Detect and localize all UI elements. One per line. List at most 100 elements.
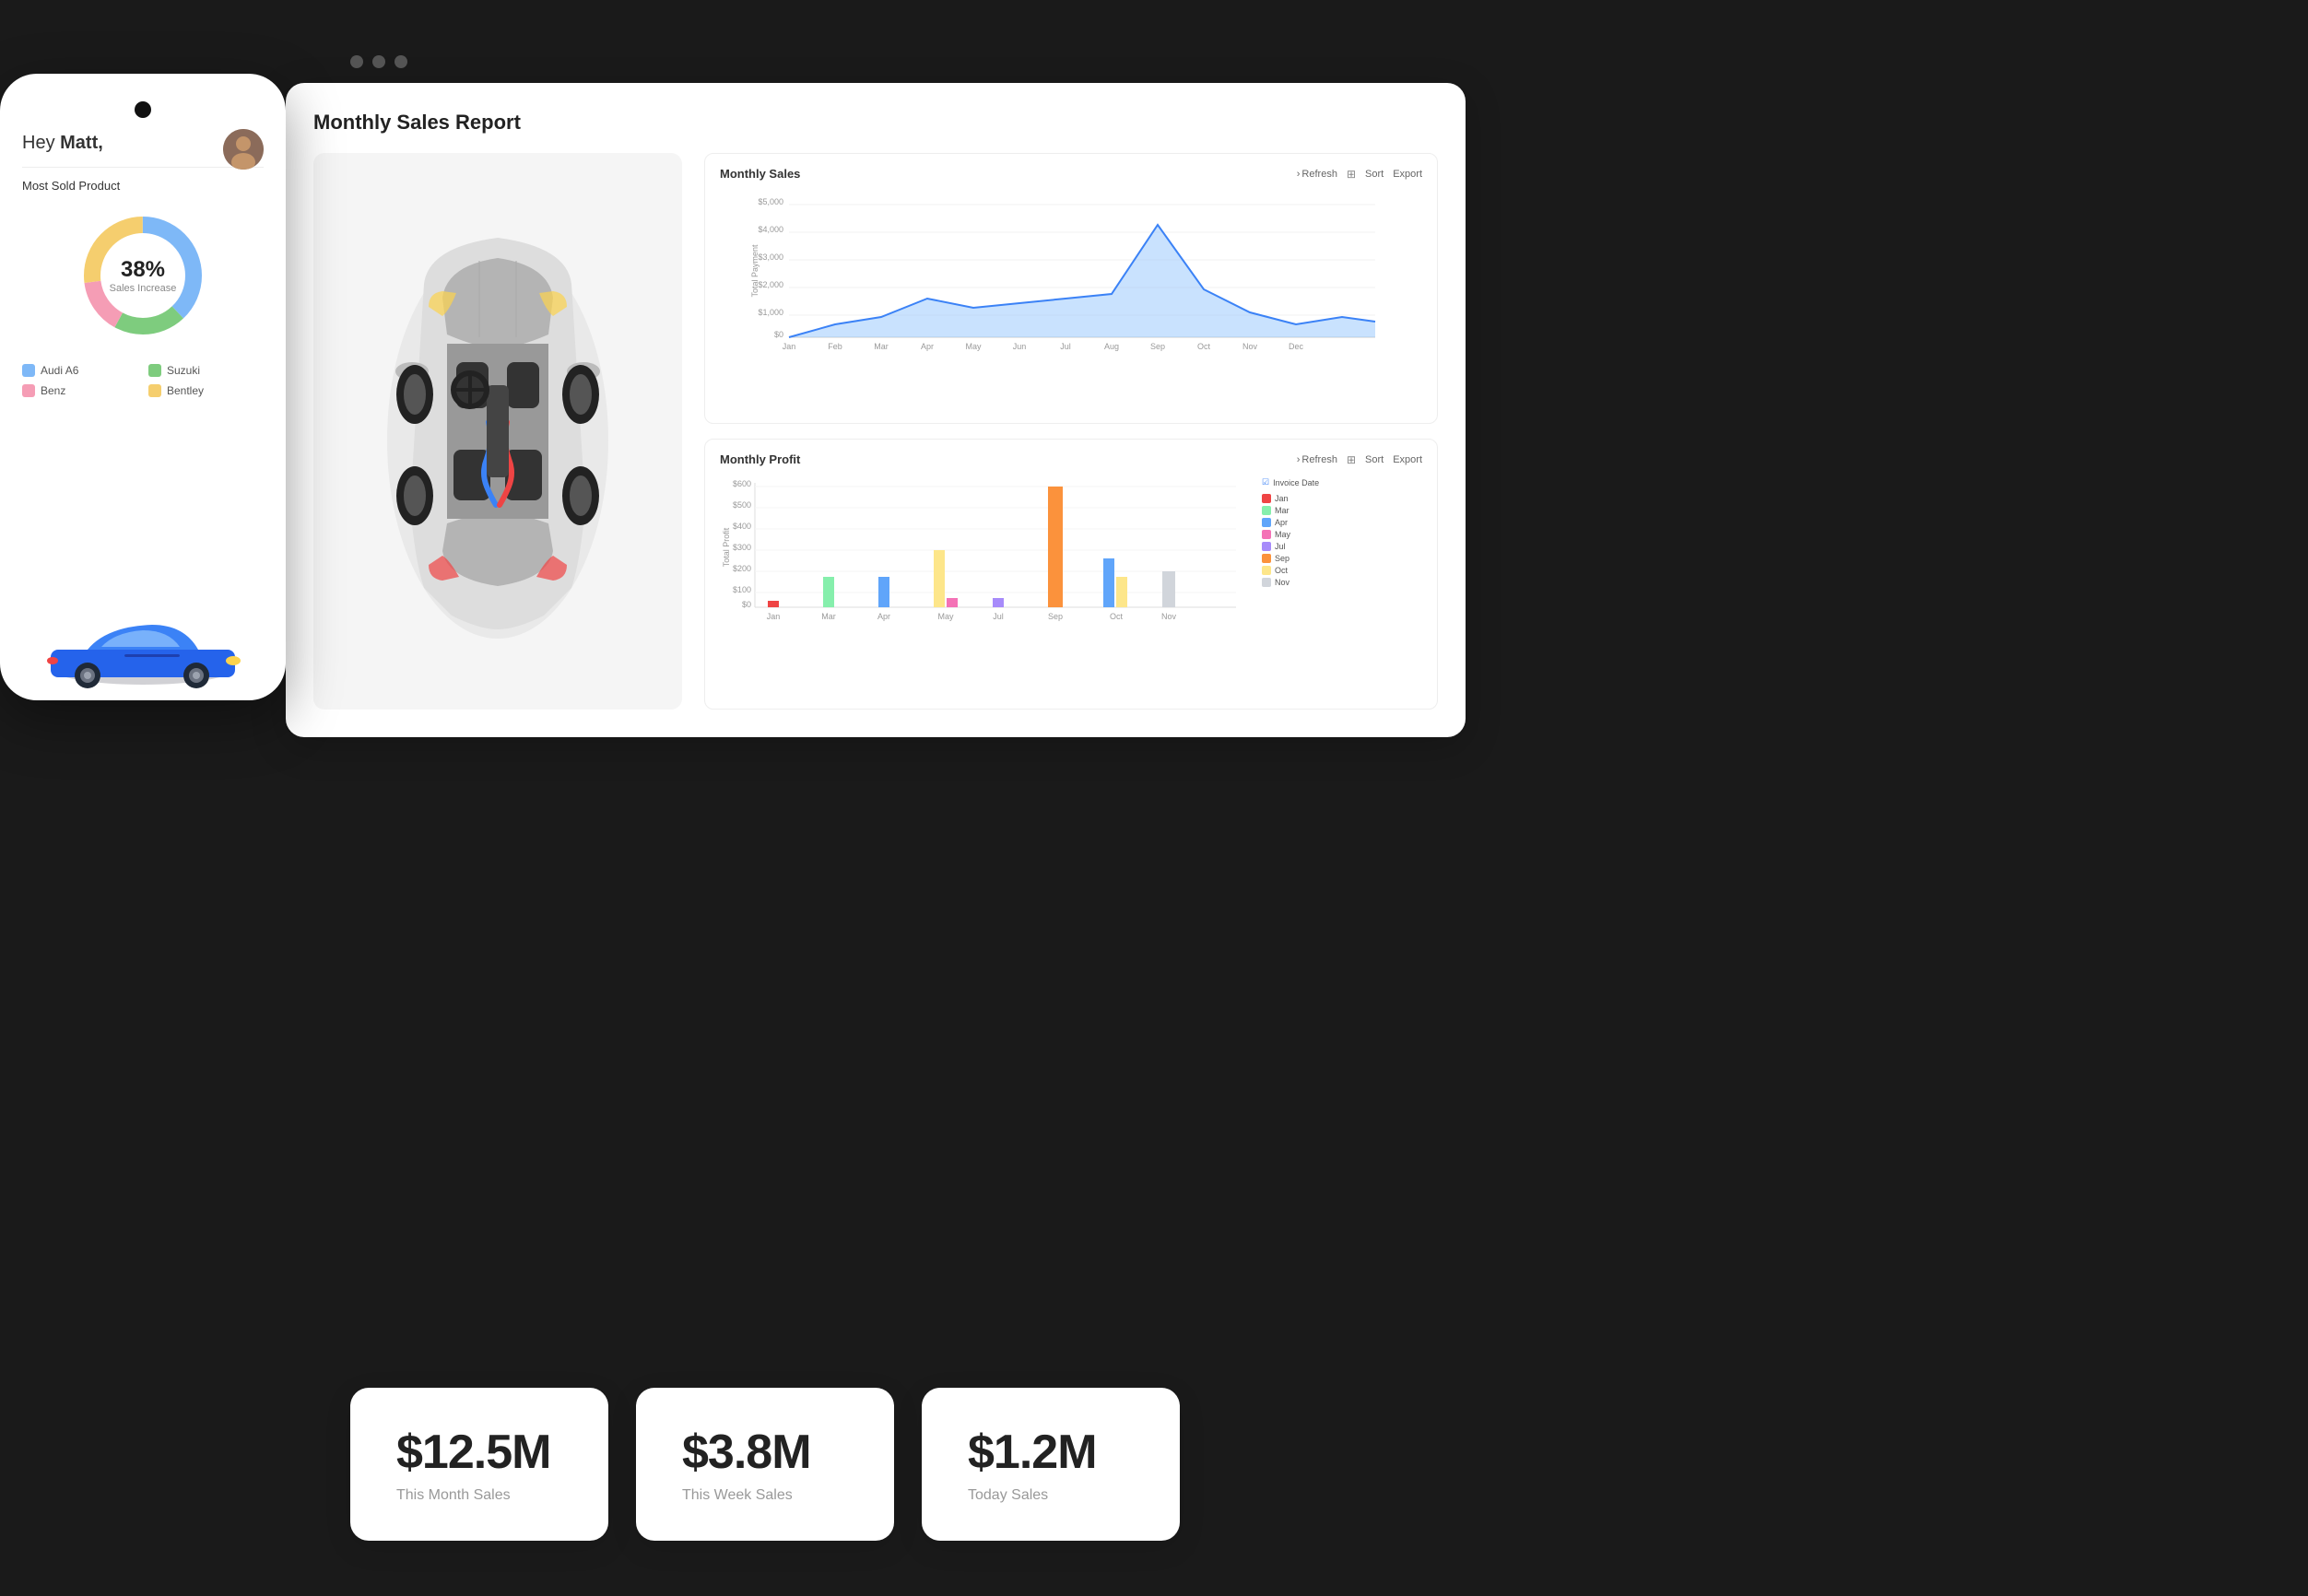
sort-btn-profit[interactable]: Sort: [1365, 454, 1384, 465]
monthly-profit-chart-card: Monthly Profit › Refresh ⊞ Sort Export: [704, 439, 1438, 710]
svg-text:$3,000: $3,000: [758, 252, 783, 262]
profit-bar-svg: $600 $500 $400 $300 $200 $100 $0: [720, 474, 1254, 621]
svg-text:$200: $200: [733, 564, 751, 573]
avatar: [223, 129, 264, 170]
stat-card-today: $1.2M Today Sales: [922, 1388, 1180, 1541]
export-btn-profit[interactable]: Export: [1393, 454, 1422, 465]
refresh-btn-profit[interactable]: › Refresh: [1297, 454, 1337, 465]
legend-suzuki: Suzuki: [148, 364, 264, 377]
monthly-profit-header: Monthly Profit › Refresh ⊞ Sort Export: [720, 452, 1422, 466]
charts-section: Monthly Sales › Refresh ⊞ Sort Export: [704, 153, 1438, 710]
nov-dot: [1262, 578, 1271, 587]
svg-text:$500: $500: [733, 500, 751, 510]
svg-text:Sep: Sep: [1048, 612, 1063, 621]
monthly-sales-area-chart: $5,000 $4,000 $3,000 $2,000 $1,000 $0 To…: [720, 188, 1422, 354]
legend-apr: Apr: [1262, 518, 1319, 527]
svg-text:Mar: Mar: [874, 342, 889, 351]
svg-text:May: May: [937, 612, 954, 621]
donut-chart: 38% Sales Increase: [22, 202, 264, 349]
divider: [22, 167, 264, 168]
legend-sep: Sep: [1262, 554, 1319, 563]
svg-text:Feb: Feb: [828, 342, 842, 351]
bentley-color-dot: [148, 384, 161, 397]
dot-1[interactable]: [350, 55, 363, 68]
monthly-sales-title: Monthly Sales: [720, 167, 800, 181]
donut-center: 38% Sales Increase: [110, 257, 177, 294]
svg-text:$300: $300: [733, 543, 751, 552]
audi-color-dot: [22, 364, 35, 377]
phone-panel: Hey Matt, Most Sold Product 38%: [0, 74, 286, 700]
svg-text:Jan: Jan: [767, 612, 781, 621]
svg-text:$2,000: $2,000: [758, 280, 783, 289]
svg-text:$0: $0: [774, 330, 783, 339]
legend-nov: Nov: [1262, 578, 1319, 587]
today-sales-value: $1.2M: [968, 1425, 1134, 1480]
month-sales-value: $12.5M: [396, 1425, 562, 1480]
sort-btn-sales[interactable]: Sort: [1365, 169, 1384, 180]
legend-jul: Jul: [1262, 542, 1319, 551]
svg-text:Nov: Nov: [1242, 342, 1258, 351]
svg-text:Sep: Sep: [1150, 342, 1165, 351]
legend-may: May: [1262, 530, 1319, 539]
svg-text:Apr: Apr: [921, 342, 934, 351]
monthly-sales-header: Monthly Sales › Refresh ⊞ Sort Export: [720, 167, 1422, 181]
svg-text:Jul: Jul: [1060, 342, 1071, 351]
chevron-icon-profit: ›: [1297, 454, 1301, 465]
sales-svg: $5,000 $4,000 $3,000 $2,000 $1,000 $0 To…: [720, 188, 1422, 354]
mar-dot: [1262, 506, 1271, 515]
donut-sublabel: Sales Increase: [110, 283, 177, 294]
week-sales-value: $3.8M: [682, 1425, 848, 1480]
today-sales-label: Today Sales: [968, 1487, 1134, 1504]
phone-greeting: Hey Matt,: [22, 133, 103, 154]
export-btn-sales[interactable]: Export: [1393, 169, 1422, 180]
svg-text:$4,000: $4,000: [758, 225, 783, 234]
dashboard-content: Monthly Sales › Refresh ⊞ Sort Export: [313, 153, 1438, 710]
monthly-sales-actions: › Refresh ⊞ Sort Export: [1297, 168, 1422, 181]
checkbox-icon: ☑: [1262, 477, 1269, 487]
car-top-view: [350, 210, 645, 652]
stat-card-week: $3.8M This Week Sales: [636, 1388, 894, 1541]
refresh-btn-sales[interactable]: › Refresh: [1297, 169, 1337, 180]
legend-audi: Audi A6: [22, 364, 137, 377]
grid-icon-sales: ⊞: [1347, 168, 1356, 181]
legend-bentley: Bentley: [148, 384, 264, 397]
svg-text:Jul: Jul: [993, 612, 1004, 621]
svg-text:Jun: Jun: [1013, 342, 1027, 351]
grid-icon-profit: ⊞: [1347, 453, 1356, 466]
svg-text:$5,000: $5,000: [758, 197, 783, 206]
monthly-profit-title: Monthly Profit: [720, 452, 800, 466]
legend-jan: Jan: [1262, 494, 1319, 503]
dot-3[interactable]: [394, 55, 407, 68]
svg-text:$600: $600: [733, 479, 751, 488]
may-dot: [1262, 530, 1271, 539]
month-sales-label: This Month Sales: [396, 1487, 562, 1504]
profit-legend: ☑ Invoice Date Jan Mar: [1262, 474, 1319, 621]
svg-text:Jan: Jan: [783, 342, 796, 351]
suzuki-color-dot: [148, 364, 161, 377]
phone-camera: [135, 101, 151, 118]
bentley-label: Bentley: [167, 384, 204, 397]
dashboard-title: Monthly Sales Report: [313, 111, 1438, 135]
svg-text:Total Payment: Total Payment: [750, 244, 760, 298]
profit-chart-body: $600 $500 $400 $300 $200 $100 $0: [720, 474, 1422, 621]
car-image-section: [313, 153, 682, 710]
monthly-profit-actions: › Refresh ⊞ Sort Export: [1297, 453, 1422, 466]
jul-dot: [1262, 542, 1271, 551]
svg-text:$1,000: $1,000: [758, 308, 783, 317]
svg-text:Mar: Mar: [821, 612, 836, 621]
dashboard-panel: Monthly Sales Report: [286, 83, 1466, 737]
week-sales-label: This Week Sales: [682, 1487, 848, 1504]
svg-text:Apr: Apr: [877, 612, 890, 621]
greeting-text: Hey: [22, 133, 60, 153]
svg-text:Oct: Oct: [1197, 342, 1211, 351]
svg-text:$0: $0: [742, 600, 751, 609]
phone-car-image: [0, 599, 286, 691]
svg-text:Aug: Aug: [1104, 342, 1119, 351]
legend-benz: Benz: [22, 384, 137, 397]
chart-legend: Audi A6 Suzuki Benz Bentley: [22, 364, 264, 397]
dot-2[interactable]: [372, 55, 385, 68]
donut-percent: 38%: [110, 257, 177, 283]
username-text: Matt,: [60, 133, 103, 153]
svg-text:May: May: [965, 342, 982, 351]
dots-navigation: [350, 55, 407, 68]
